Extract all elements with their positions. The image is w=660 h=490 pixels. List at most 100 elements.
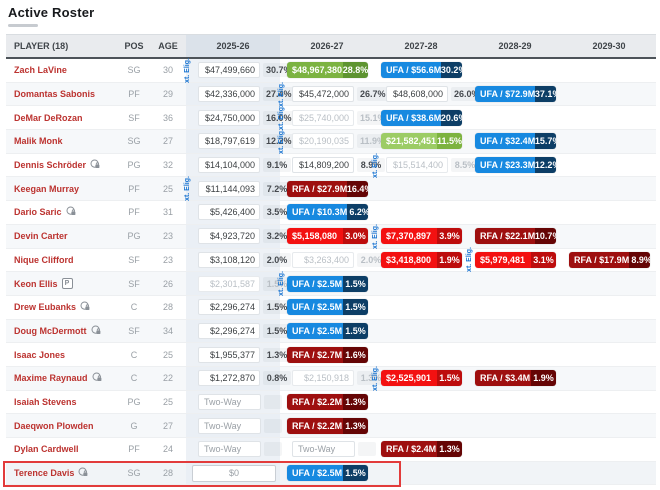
age-cell: 25 <box>150 177 186 200</box>
table-row: Daeqwon PlowdenG27Two-WayRFA / $2.2M1.3% <box>6 414 656 438</box>
salary-input[interactable]: $20,190,035 <box>292 133 354 149</box>
year-cell-2027-28 <box>374 414 468 437</box>
badge-percentage: 11.5% <box>437 133 462 149</box>
player-link[interactable]: Daeqwon Plowden <box>14 421 94 431</box>
year-cell-2028-29 <box>468 296 562 319</box>
header-year-2027-28[interactable]: 2027-28 <box>374 35 468 57</box>
salary-input[interactable]: $2,301,587 <box>198 276 260 292</box>
salary-input[interactable]: $47,499,660 <box>198 62 260 78</box>
player-link[interactable]: Isaac Jones <box>14 350 65 360</box>
salary-input[interactable]: $24,750,000 <box>198 110 260 126</box>
year-cell-2027-28: UFA / $56.6M30.2% <box>374 59 468 82</box>
year-cell-2025-26: $1,272,8700.8% <box>186 367 280 390</box>
player-link[interactable]: Isaiah Stevens <box>14 397 77 407</box>
year-cell-2029-30 <box>562 296 656 319</box>
salary-input[interactable]: $3,108,120 <box>198 252 260 268</box>
player-cell: Daeqwon Plowden <box>6 414 118 437</box>
salary-input[interactable]: $14,104,000 <box>198 157 260 173</box>
badge-label: UFA / $32.4M <box>475 133 535 149</box>
salary-input[interactable]: $18,797,619 <box>198 133 260 149</box>
year-cell-2026-27: xt. Elig.$25,740,00015.1% <box>280 106 374 129</box>
player-link[interactable]: Dario Saric <box>14 207 62 217</box>
year-cell-2026-27: $5,158,0803.0% <box>280 225 374 248</box>
player-cell: DeMar DeRozan <box>6 106 118 129</box>
position-cell: PG <box>118 225 150 248</box>
salary-input[interactable]: $0 <box>192 465 276 482</box>
salary-input[interactable]: $1,272,870 <box>198 370 260 386</box>
salary-input[interactable]: $2,296,274 <box>198 323 260 339</box>
free-agent-badge: UFA / $23.3M12.2% <box>475 157 556 173</box>
player-link[interactable]: DeMar DeRozan <box>14 113 83 123</box>
salary-input[interactable]: $42,336,000 <box>198 86 260 102</box>
year-cell-2028-29 <box>468 201 562 224</box>
salary-input[interactable]: $45,472,000 <box>292 86 354 102</box>
year-cell-2028-29: RFA / $22.1M10.7% <box>468 225 562 248</box>
badge-percentage: 16.4% <box>347 181 368 197</box>
badge-percentage: 1.5% <box>343 299 368 315</box>
player-link[interactable]: Drew Eubanks <box>14 302 76 312</box>
salary-input[interactable]: $48,608,000 <box>386 86 448 102</box>
year-cell-2025-26: $42,336,00027.4% <box>186 83 280 106</box>
header-pos[interactable]: POS <box>118 35 150 57</box>
player-link[interactable]: Malik Monk <box>14 136 63 146</box>
player-cell: Drew Eubanks <box>6 296 118 319</box>
extension-eligible-label: xt. Elig. <box>184 176 191 201</box>
badge-label: RFA / $17.9M <box>569 252 629 268</box>
badge-percentage: 1.9% <box>437 252 462 268</box>
header-year-2029-30[interactable]: 2029-30 <box>562 35 656 57</box>
two-way-label: Two-Way <box>198 418 261 434</box>
year-cell-2026-27: $3,263,4002.0% <box>280 249 374 272</box>
header-year-2025-26[interactable]: 2025-26 <box>186 35 280 57</box>
year-cell-2025-26: $2,301,5871.5% <box>186 272 280 295</box>
badge-percentage: 12.2% <box>535 157 556 173</box>
year-cell-2025-26: $14,104,0009.1% <box>186 154 280 177</box>
header-player[interactable]: PLAYER (18) <box>6 35 118 57</box>
extension-eligible-label: xt. Elig. <box>372 153 379 178</box>
roster-table: PLAYER (18) POS AGE 2025-26 2026-27 2027… <box>6 34 656 485</box>
player-link[interactable]: Doug McDermott <box>14 326 87 336</box>
salary-option-badge: $3,418,8001.9% <box>381 252 462 268</box>
year-cell-2026-27: RFA / $2.7M1.6% <box>280 343 374 366</box>
position-cell: PG <box>118 391 150 414</box>
age-cell: 23 <box>150 225 186 248</box>
year-cell-2028-29: RFA / $3.4M1.9% <box>468 367 562 390</box>
badge-percentage: 1.3% <box>343 394 368 410</box>
salary-input[interactable]: $5,426,400 <box>198 204 260 220</box>
year-cell-2025-26: $2,296,2741.5% <box>186 296 280 319</box>
player-link[interactable]: Keegan Murray <box>14 184 79 194</box>
player-link[interactable]: Domantas Sabonis <box>14 89 95 99</box>
salary-input[interactable]: $11,144,093 <box>198 181 260 197</box>
salary-input[interactable]: $15,514,400 <box>386 157 448 173</box>
header-age[interactable]: AGE <box>150 35 186 57</box>
salary-input[interactable]: $3,263,400 <box>292 252 354 268</box>
year-cell-2029-30 <box>562 462 656 485</box>
age-cell: 31 <box>150 201 186 224</box>
badge-label: $5,158,080 <box>287 228 343 244</box>
player-link[interactable]: Dennis Schröder <box>14 160 86 170</box>
trade-restriction-icon <box>66 206 76 218</box>
player-link[interactable]: Zach LaVine <box>14 65 67 75</box>
salary-input[interactable]: $4,923,720 <box>198 228 260 244</box>
player-link[interactable]: Nique Clifford <box>14 255 74 265</box>
player-link[interactable]: Devin Carter <box>14 231 68 241</box>
header-year-2028-29[interactable]: 2028-29 <box>468 35 562 57</box>
player-link[interactable]: Terence Davis <box>14 468 74 478</box>
salary-input[interactable]: $1,955,377 <box>198 347 260 363</box>
salary-input[interactable]: $2,150,918 <box>292 370 354 386</box>
age-cell: 23 <box>150 249 186 272</box>
year-cell-2029-30 <box>562 272 656 295</box>
player-link[interactable]: Maxime Raynaud <box>14 373 88 383</box>
free-agent-badge: UFA / $32.4M15.7% <box>475 133 556 149</box>
player-link[interactable]: Dylan Cardwell <box>14 444 79 454</box>
table-row: Zach LaVineSG30xt. Elig.$47,499,66030.7%… <box>6 59 656 83</box>
salary-input[interactable]: $2,296,274 <box>198 299 260 315</box>
year-cell-2025-26: xt. Elig.$47,499,66030.7% <box>186 59 280 82</box>
player-link[interactable]: Keon Ellis <box>14 279 58 289</box>
age-cell: 25 <box>150 343 186 366</box>
header-year-2026-27[interactable]: 2026-27 <box>280 35 374 57</box>
salary-input[interactable]: $14,809,200 <box>292 157 354 173</box>
age-cell: 30 <box>150 59 186 82</box>
year-cell-2025-26: $5,426,4003.5% <box>186 201 280 224</box>
table-row: Isaiah StevensPG25Two-WayRFA / $2.2M1.3% <box>6 391 656 415</box>
salary-input[interactable]: $25,740,000 <box>292 110 354 126</box>
